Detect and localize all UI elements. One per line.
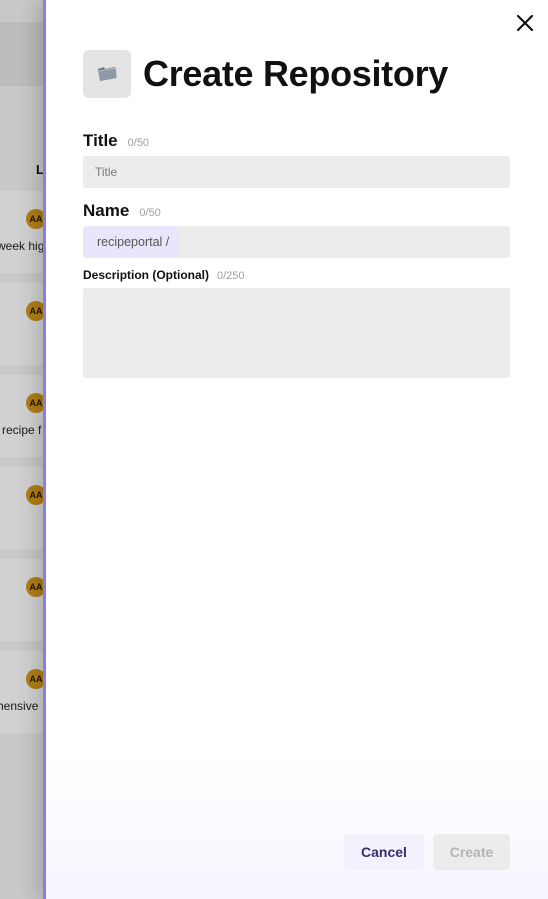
drawer-header: Create Repository	[83, 50, 448, 98]
title-input[interactable]: Title	[83, 156, 510, 188]
title-field-label-row: Title 0/50	[83, 131, 149, 151]
name-field-label-row: Name 0/50	[83, 201, 161, 221]
page-title: Create Repository	[143, 53, 448, 94]
description-field-label: Description (Optional)	[83, 268, 209, 282]
description-textarea[interactable]	[83, 288, 510, 378]
name-input[interactable]: recipeportal /	[83, 226, 510, 258]
close-icon	[516, 14, 534, 32]
create-button[interactable]: Create	[433, 834, 510, 870]
create-repository-drawer: Create Repository Title 0/50 Title Name …	[43, 0, 548, 899]
title-field-label: Title	[83, 131, 118, 150]
folder-icon	[98, 67, 117, 81]
title-input-placeholder: Title	[95, 165, 118, 179]
folder-icon-badge	[83, 50, 131, 98]
title-char-counter: 0/50	[127, 137, 150, 149]
description-field-label-row: Description (Optional) 0/250	[83, 268, 245, 282]
close-button[interactable]	[512, 10, 538, 36]
name-field-label: Name	[83, 201, 130, 220]
name-char-counter: 0/50	[139, 207, 161, 219]
name-prefix: recipeportal /	[83, 226, 179, 258]
description-char-counter: 0/250	[217, 270, 245, 282]
cancel-button[interactable]: Cancel	[344, 834, 424, 870]
